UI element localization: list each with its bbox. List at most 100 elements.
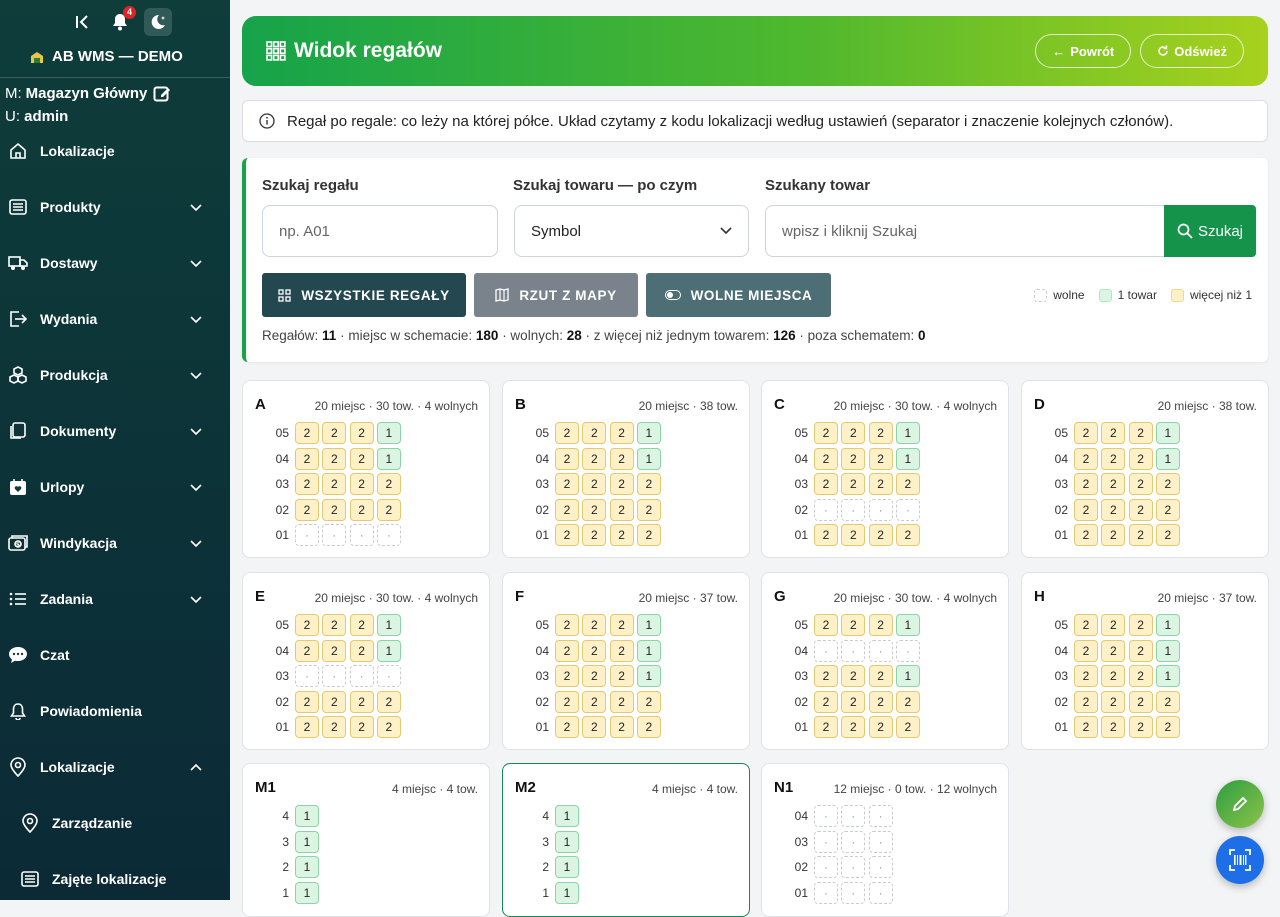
location-cell[interactable]: 2	[868, 447, 893, 470]
location-cell[interactable]: 2	[1101, 524, 1126, 547]
location-cell[interactable]: 2	[376, 716, 401, 739]
location-cell[interactable]: ·	[814, 856, 838, 879]
location-cell[interactable]: 2	[322, 639, 347, 662]
location-cell[interactable]: 2	[1155, 716, 1180, 739]
location-cell[interactable]: 2	[895, 524, 920, 547]
location-cell[interactable]: 2	[814, 716, 838, 739]
location-cell[interactable]: 2	[636, 473, 661, 496]
location-cell[interactable]: ·	[868, 805, 893, 827]
sidebar-item-wydania[interactable]: Wydania	[0, 291, 230, 347]
location-cell[interactable]: 2	[636, 716, 661, 739]
location-cell[interactable]: 2	[868, 422, 893, 444]
location-cell[interactable]: 2	[1101, 473, 1126, 496]
location-cell[interactable]: ·	[841, 830, 866, 853]
location-cell[interactable]: 2	[376, 498, 401, 521]
sidebar-item-dostawy[interactable]: Dostawy	[0, 235, 230, 291]
location-cell[interactable]: 2	[841, 473, 866, 496]
location-cell[interactable]: 1	[555, 881, 579, 904]
location-cell[interactable]: 1	[555, 830, 579, 853]
location-cell[interactable]: 2	[1128, 665, 1153, 688]
location-cell[interactable]: 2	[609, 665, 634, 688]
location-cell[interactable]: 2	[555, 473, 579, 496]
sidebar-item-lokalizacje[interactable]: Lokalizacje	[0, 739, 230, 795]
rack-card-h[interactable]: H 20 miejsc · 37 tow. 05 2 2 2 1 04 2 2 2 1 03 2 2 2 1 02…	[1021, 572, 1269, 750]
location-cell[interactable]: 2	[1074, 665, 1098, 688]
location-cell[interactable]: 1	[1155, 639, 1180, 662]
location-cell[interactable]: 2	[295, 473, 319, 496]
location-cell[interactable]: 2	[349, 422, 374, 444]
rack-card-a[interactable]: A 20 miejsc · 30 tow. · 4 wolnych 05 2 2 2 1 04…	[242, 380, 490, 558]
location-cell[interactable]: ·	[841, 498, 866, 521]
location-cell[interactable]: ·	[322, 665, 347, 688]
location-cell[interactable]: ·	[322, 524, 347, 547]
location-cell[interactable]: 2	[295, 498, 319, 521]
sidebar-item-zadania[interactable]: Zadania	[0, 571, 230, 627]
scan-fab[interactable]	[1216, 836, 1264, 884]
location-cell[interactable]: 2	[1101, 447, 1126, 470]
sidebar-item-windykacja[interactable]: $ Windykacja	[0, 515, 230, 571]
location-cell[interactable]: 2	[349, 716, 374, 739]
location-cell[interactable]: 2	[582, 639, 607, 662]
location-cell[interactable]: ·	[814, 498, 838, 521]
location-cell[interactable]: 2	[555, 447, 579, 470]
rack-card-b[interactable]: B 20 miejsc · 38 tow. 05 2 2 2 1 04 2 2 2 1 03 2 2 2 2 02…	[502, 380, 750, 558]
location-cell[interactable]: 2	[582, 614, 607, 636]
location-cell[interactable]: ·	[868, 856, 893, 879]
location-cell[interactable]: 2	[376, 690, 401, 713]
search-button[interactable]: Szukaj	[1164, 205, 1256, 257]
location-cell[interactable]: 2	[582, 447, 607, 470]
location-cell[interactable]: 2	[555, 422, 579, 444]
location-cell[interactable]: ·	[868, 498, 893, 521]
location-cell[interactable]: 2	[322, 716, 347, 739]
rack-card-m2[interactable]: M2 4 miejsc · 4 tow. 4 1 3 1 2 1 1 1	[502, 763, 750, 917]
location-cell[interactable]: 2	[1101, 639, 1126, 662]
rack-card-g[interactable]: G 20 miejsc · 30 tow. · 4 wolnych 05 2 2 2 1 04…	[761, 572, 1009, 750]
location-cell[interactable]: ·	[814, 830, 838, 853]
edit-icon[interactable]	[153, 85, 171, 103]
rack-card-d[interactable]: D 20 miejsc · 38 tow. 05 2 2 2 1 04 2 2 2 1 03 2 2 2 2 02…	[1021, 380, 1269, 558]
sidebar-item-produkcja[interactable]: Produkcja	[0, 347, 230, 403]
location-cell[interactable]: 2	[322, 498, 347, 521]
location-cell[interactable]: 2	[555, 665, 579, 688]
location-cell[interactable]: 2	[868, 524, 893, 547]
location-cell[interactable]: 2	[1155, 690, 1180, 713]
location-cell[interactable]: 2	[895, 690, 920, 713]
location-cell[interactable]: ·	[376, 524, 401, 547]
location-cell[interactable]: 2	[349, 614, 374, 636]
location-cell[interactable]: 2	[295, 690, 319, 713]
location-cell[interactable]: 2	[322, 473, 347, 496]
location-cell[interactable]: ·	[868, 881, 893, 904]
location-cell[interactable]: 2	[841, 665, 866, 688]
location-cell[interactable]: 2	[295, 639, 319, 662]
location-cell[interactable]: ·	[814, 881, 838, 904]
location-cell[interactable]: 2	[1101, 422, 1126, 444]
location-cell[interactable]: 2	[555, 614, 579, 636]
location-cell[interactable]: 2	[814, 614, 838, 636]
all-racks-button[interactable]: WSZYSTKIE REGAŁY	[262, 273, 466, 317]
location-cell[interactable]: 1	[636, 614, 661, 636]
location-cell[interactable]: 2	[1128, 639, 1153, 662]
location-cell[interactable]: 2	[814, 524, 838, 547]
location-cell[interactable]: 2	[582, 665, 607, 688]
location-cell[interactable]: 2	[609, 639, 634, 662]
location-cell[interactable]: ·	[841, 805, 866, 827]
location-cell[interactable]: ·	[349, 665, 374, 688]
location-cell[interactable]: 2	[1074, 716, 1098, 739]
location-cell[interactable]: 2	[295, 716, 319, 739]
location-cell[interactable]: 1	[895, 422, 920, 444]
location-cell[interactable]: 2	[322, 614, 347, 636]
location-cell[interactable]: 2	[868, 614, 893, 636]
location-cell[interactable]: 2	[582, 473, 607, 496]
location-cell[interactable]: 2	[841, 690, 866, 713]
sidebar-subitem-1[interactable]: Zajęte lokalizacje	[0, 851, 230, 900]
location-cell[interactable]: 2	[1074, 690, 1098, 713]
rack-search-input[interactable]: np. A01	[262, 205, 498, 257]
location-cell[interactable]: ·	[895, 498, 920, 521]
rack-card-f[interactable]: F 20 miejsc · 37 tow. 05 2 2 2 1 04 2 2 2 1 03 2 2 2 1 02…	[502, 572, 750, 750]
location-cell[interactable]: ·	[376, 665, 401, 688]
location-cell[interactable]: 2	[295, 422, 319, 444]
sidebar-item-czat[interactable]: Czat	[0, 627, 230, 683]
location-cell[interactable]: 2	[1074, 447, 1098, 470]
location-cell[interactable]: ·	[841, 856, 866, 879]
location-cell[interactable]: 2	[582, 498, 607, 521]
